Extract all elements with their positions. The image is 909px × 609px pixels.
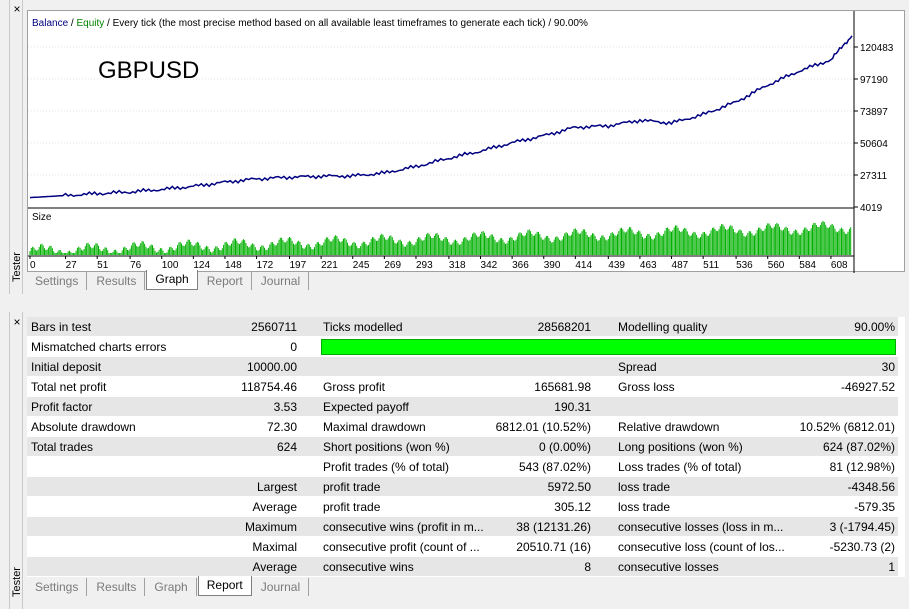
report-value-1: 624 xyxy=(276,440,297,454)
tab-results[interactable]: Results xyxy=(88,272,146,290)
report-value-2: 8 xyxy=(584,560,591,574)
tester-report-panel: × Tester Bars in test 2560711 Ticks modell… xyxy=(0,312,909,609)
report-value-1: 118754.46 xyxy=(241,380,297,394)
report-value-3: -4348.56 xyxy=(847,480,895,494)
report-value-2: 28568201 xyxy=(537,320,591,334)
tester-label-bottom: Tester xyxy=(11,567,23,597)
size-histogram xyxy=(29,221,852,255)
report-value-1: Average xyxy=(252,560,297,574)
tester-graph-panel: × Tester 120483 97190 73897 50604 27311 4019 … xyxy=(0,0,909,294)
report-value-3 xyxy=(762,337,895,357)
legend-balance: Balance xyxy=(32,18,69,29)
report-value-1: 2560711 xyxy=(251,320,297,334)
tester-label: Tester xyxy=(11,252,23,282)
report-value-3: -46927.52 xyxy=(840,380,895,394)
report-value-3: 10.52% (6812.01) xyxy=(799,420,895,434)
y-tick-label: 97190 xyxy=(860,75,888,86)
report-value-2: 0 (0.00%) xyxy=(538,440,591,454)
chart-legend: Balance / Equity / Every tick (the most … xyxy=(32,18,588,29)
tab-results[interactable]: Results xyxy=(88,578,146,596)
report-row: Average consecutive wins 8 consecutive loss… xyxy=(27,557,898,577)
y-tick-label: 120483 xyxy=(860,43,894,54)
legend-equity: Equity xyxy=(76,18,104,29)
tab-journal[interactable]: Journal xyxy=(253,272,310,290)
tab-report[interactable]: Report xyxy=(197,576,252,596)
report-value-2 xyxy=(467,357,591,377)
report-row: Largest profit trade 5972.50 loss trade -434… xyxy=(27,477,898,497)
tester-tabs-top: Settings Results Graph Report Journal xyxy=(27,270,905,290)
tab-report[interactable]: Report xyxy=(199,272,252,290)
report-value-1: 72.30 xyxy=(266,420,297,434)
report-value-2 xyxy=(467,337,591,357)
balance-chart: 120483 97190 73897 50604 27311 4019 0 27 51 76 10… xyxy=(27,10,905,273)
report-value-2: 5972.50 xyxy=(547,480,591,494)
x-axis-ticks: 0 27 51 76 100 124 148 172 197 221 245 269 293 318 342… xyxy=(29,256,848,271)
report-value-1: Maximal xyxy=(252,540,297,554)
y-tick-label: 73897 xyxy=(860,107,888,118)
report-value-2: 20510.71 (16) xyxy=(516,540,591,554)
report-value-1: Largest xyxy=(256,480,297,494)
report-value-3: 81 (12.98%) xyxy=(829,460,895,474)
chart-svg: 120483 97190 73897 50604 27311 4019 0 27 51 76 10… xyxy=(28,11,894,273)
report-row: Bars in test 2560711 Ticks modelled 2856820… xyxy=(27,317,898,337)
report-value-2: 543 (87.02%) xyxy=(518,460,591,474)
report-row: Initial deposit 10000.00 Spread 30 xyxy=(27,357,898,377)
report-value-1: Maximum xyxy=(244,520,297,534)
y-axis-ticks: 120483 97190 73897 50604 27311 4019 xyxy=(854,43,894,214)
report-value-3: 3 (-1794.45) xyxy=(829,520,895,534)
report-row: Total net profit 118754.46 Gross profit 165… xyxy=(27,377,898,397)
report-row: Profit factor 3.53 Expected payoff 190.31 xyxy=(27,397,898,417)
report-value-2: 190.31 xyxy=(554,400,591,414)
report-value-1: 10000.00 xyxy=(246,360,297,374)
close-icon[interactable]: × xyxy=(10,315,24,329)
report-value-3: -579.35 xyxy=(854,500,895,514)
y-tick-label: 4019 xyxy=(860,203,883,214)
tab-graph[interactable]: Graph xyxy=(146,270,198,290)
report-value-1: 3.53 xyxy=(273,400,297,414)
close-icon[interactable]: × xyxy=(10,2,24,16)
size-label: Size xyxy=(32,212,52,223)
report-row: Total trades 624 Short positions (won %) 0 … xyxy=(27,437,898,457)
y-tick-label: 50604 xyxy=(860,139,888,150)
report-value-2: 6812.01 (10.52%) xyxy=(495,420,591,434)
tab-settings[interactable]: Settings xyxy=(27,272,88,290)
report-row: Average profit trade 305.12 loss trade -579.… xyxy=(27,497,898,517)
tab-journal[interactable]: Journal xyxy=(253,578,310,596)
legend-sep: / xyxy=(68,18,76,29)
report-row: Profit trades (% of total) 543 (87.02%) Lo… xyxy=(27,457,898,477)
tester-tabs-bottom: Settings Results Graph Report Journal xyxy=(27,576,905,596)
report-value-1 xyxy=(177,457,297,477)
report-value-3: 1 xyxy=(888,560,895,574)
report-row: Mismatched charts errors 0 xyxy=(27,337,898,357)
tester-side-strip-bottom: × Tester xyxy=(9,312,23,609)
report-value-1: Average xyxy=(252,500,297,514)
report-table: Bars in test 2560711 Ticks modelled 2856820… xyxy=(27,317,905,577)
tester-side-strip: × Tester xyxy=(9,0,23,294)
report-value-2: 38 (12131.26) xyxy=(516,520,591,534)
y-tick-label: 27311 xyxy=(860,171,888,182)
report-value-2: 305.12 xyxy=(554,500,591,514)
report-row: Maximum consecutive wins (profit in m... 3… xyxy=(27,517,898,537)
report-value-2: 165681.98 xyxy=(534,380,591,394)
report-value-3: 90.00% xyxy=(854,320,895,334)
report-row: Maximal consecutive profit (count of ... 2… xyxy=(27,537,898,557)
report-value-3: -5230.73 (2) xyxy=(829,540,895,554)
report-row: Absolute drawdown 72.30 Maximal drawdown 68… xyxy=(27,417,898,437)
report-value-1: 0 xyxy=(290,340,297,354)
symbol-label: GBPUSD xyxy=(98,57,199,84)
legend-details: / Every tick (the most precise method ba… xyxy=(104,18,588,29)
report-value-3 xyxy=(762,397,895,417)
tab-graph[interactable]: Graph xyxy=(146,578,197,596)
report-value-3: 30 xyxy=(881,360,895,374)
report-value-3: 624 (87.02%) xyxy=(822,440,895,454)
tab-settings[interactable]: Settings xyxy=(27,578,88,596)
